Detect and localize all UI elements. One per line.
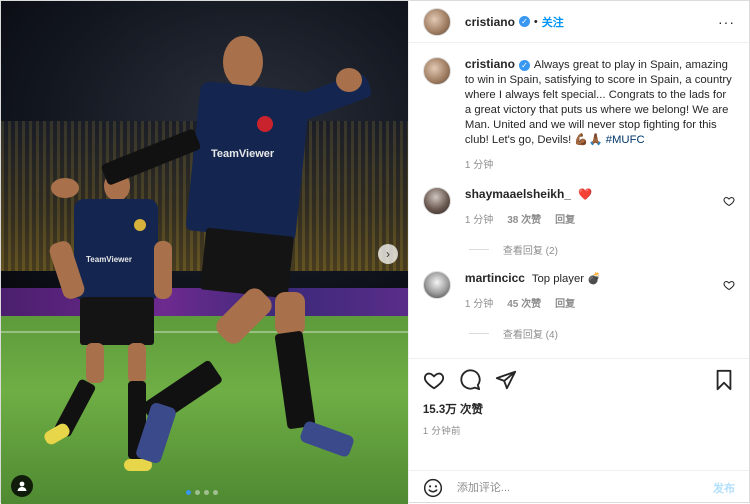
comment-bubble-icon[interactable]	[459, 369, 481, 391]
comment-item: martincicc Top player 💣 1 分钟 45 次赞 回复 查看…	[422, 271, 735, 341]
next-photo-button[interactable]: ›	[378, 244, 398, 264]
carousel-dot	[186, 490, 191, 495]
commenter-username[interactable]: shaymaaelsheikh_	[465, 187, 571, 201]
replies-divider	[468, 249, 489, 250]
comment-input[interactable]	[456, 481, 713, 494]
carousel-dot	[195, 490, 200, 495]
post-caption: cristiano ✓ Always great to play in Spain,…	[422, 57, 735, 173]
verified-badge-icon: ✓	[518, 59, 530, 71]
bookmark-icon[interactable]	[713, 369, 735, 391]
comment-item: shaymaaelsheikh_ ❤️ 1 分钟 38 次赞 回复 查看回复 (…	[422, 187, 735, 257]
post-actions: 15.3万 次赞 1 分钟前	[408, 358, 749, 470]
share-paper-plane-icon[interactable]	[495, 369, 517, 391]
comment-text: ❤️	[578, 189, 593, 201]
carousel-dot	[213, 490, 218, 495]
add-comment-bar: 发布	[408, 470, 749, 504]
reply-button[interactable]: 回复	[555, 213, 575, 228]
caption-meta: 1 分钟	[465, 158, 735, 173]
comment-meta: 1 分钟 45 次赞 回复	[465, 297, 715, 312]
carousel-dot	[204, 490, 209, 495]
view-replies-label: 查看回复 (2)	[502, 246, 558, 257]
author-avatar-small[interactable]	[422, 57, 451, 85]
commenter-username[interactable]: martincicc	[465, 271, 525, 285]
verified-badge-icon: ✓	[518, 16, 530, 27]
emoji-smiley-icon[interactable]	[423, 478, 443, 498]
replies-divider	[468, 333, 489, 334]
author-username[interactable]: cristiano	[465, 15, 515, 29]
comment-likes[interactable]: 45 次赞	[507, 297, 541, 312]
commenter-avatar[interactable]	[422, 187, 451, 215]
post-header: cristiano ✓ • 关注 ···	[408, 1, 749, 43]
caption-text: Always great to play in Spain, amazing t…	[464, 59, 732, 146]
reply-button[interactable]: 回复	[555, 297, 575, 312]
caption-time: 1 分钟	[464, 160, 494, 171]
likes-count[interactable]: 15.3万 次赞	[423, 401, 735, 417]
comment-time: 1 分钟	[464, 215, 494, 226]
user-tag-icon	[17, 481, 27, 491]
comment-text: Top player 💣	[531, 273, 602, 285]
view-replies-button[interactable]: 查看回复 (4)	[468, 326, 735, 341]
comment-time: 1 分钟	[464, 299, 494, 310]
heart-icon[interactable]	[723, 279, 735, 291]
heart-icon[interactable]	[723, 195, 735, 207]
view-replies-label: 查看回复 (4)	[502, 330, 558, 341]
follow-button[interactable]: 关注	[542, 14, 564, 30]
action-icons	[423, 369, 735, 391]
more-options-icon[interactable]: ···	[718, 14, 735, 30]
comment-meta: 1 分钟 38 次赞 回复	[465, 213, 715, 228]
jersey-sponsor-main: TeamViewer	[211, 148, 275, 160]
comment-likes[interactable]: 38 次赞	[507, 213, 541, 228]
comments-list[interactable]: cristiano ✓ Always great to play in Spain,…	[409, 43, 749, 358]
author-avatar[interactable]	[422, 7, 451, 36]
post-timestamp: 1 分钟前	[422, 426, 461, 437]
post-photo[interactable]: TeamViewer TeamViewer ›	[1, 1, 408, 504]
caption-username[interactable]: cristiano	[465, 57, 515, 71]
post-details-panel: cristiano ✓ • 关注 ··· cristiano ✓ Always gr…	[407, 1, 749, 504]
post-comment-button[interactable]: 发布	[713, 480, 735, 496]
view-replies-button[interactable]: 查看回复 (2)	[468, 242, 735, 257]
instagram-post: TeamViewer TeamViewer › cristiano ✓ • 关注…	[0, 0, 750, 504]
commenter-avatar[interactable]	[422, 271, 451, 299]
chevron-right-icon: ›	[386, 247, 390, 261]
tagged-users-button[interactable]	[11, 475, 33, 497]
like-heart-icon[interactable]	[423, 369, 445, 391]
carousel-indicator	[186, 490, 218, 495]
hashtag-link[interactable]: #MUFC	[606, 134, 645, 146]
main-player: TeamViewer	[51, 36, 374, 466]
separator-dot: •	[533, 15, 538, 28]
